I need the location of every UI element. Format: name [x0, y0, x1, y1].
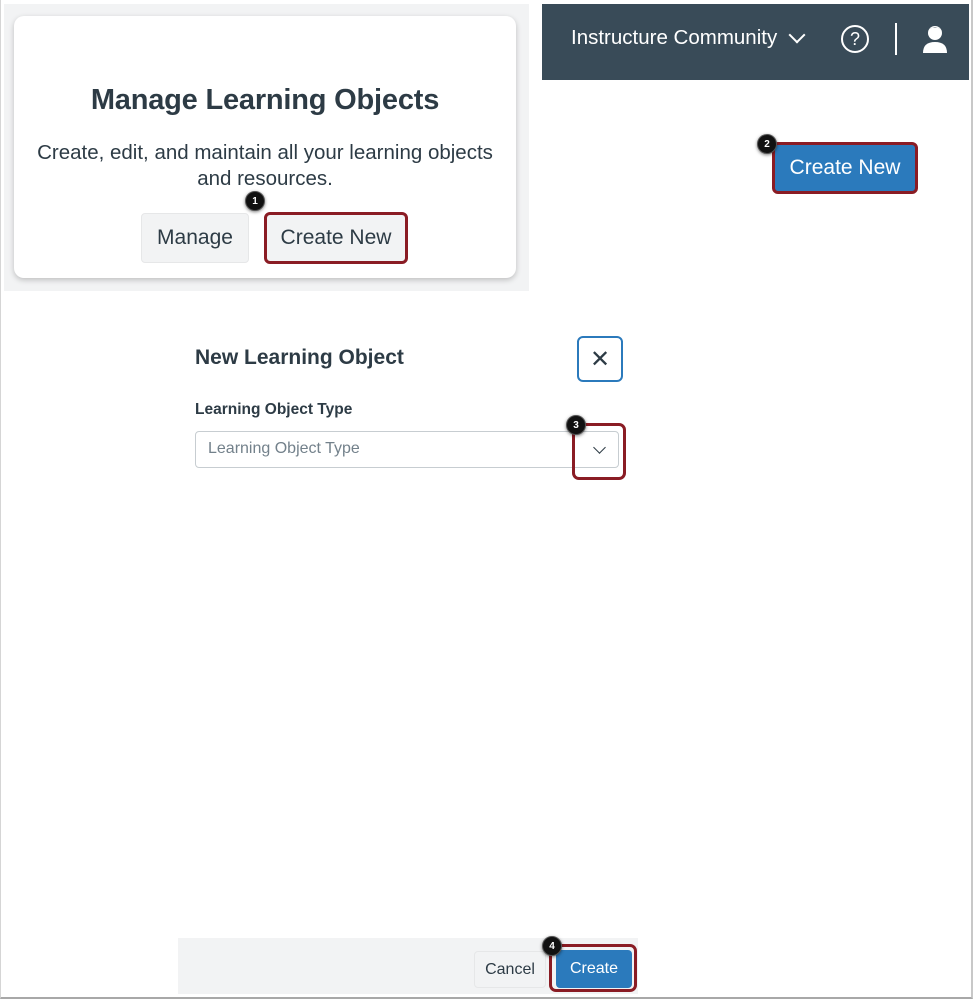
step-badge-1: 1 — [245, 191, 265, 211]
manage-button[interactable]: Manage — [141, 213, 249, 263]
global-header: Instructure Community ? — [542, 4, 969, 80]
help-icon[interactable]: ? — [841, 25, 869, 53]
chevron-down-icon — [788, 26, 806, 44]
header-divider — [895, 23, 897, 55]
learning-object-type-select[interactable]: Learning Object Type — [195, 431, 619, 468]
cancel-button[interactable]: Cancel — [474, 951, 546, 988]
step-badge-4: 4 — [542, 936, 562, 956]
step-badge-3: 3 — [566, 415, 586, 435]
create-new-button-card[interactable]: Create New — [264, 212, 408, 264]
modal-title: New Learning Object — [195, 346, 404, 369]
community-menu[interactable]: Instructure Community — [571, 26, 806, 50]
create-button[interactable]: Create — [556, 950, 632, 988]
close-icon: ✕ — [589, 345, 611, 373]
learning-object-type-label: Learning Object Type — [195, 401, 353, 418]
step-badge-2: 2 — [757, 134, 777, 154]
user-icon[interactable] — [922, 24, 948, 54]
close-button[interactable]: ✕ — [577, 336, 623, 382]
manage-learning-objects-card: Manage Learning Objects Create, edit, an… — [14, 16, 516, 278]
select-placeholder: Learning Object Type — [208, 440, 360, 457]
card-description: Create, edit, and maintain all your lear… — [37, 141, 493, 190]
create-new-button[interactable]: Create New — [772, 142, 918, 194]
manage-learning-objects-panel: Manage Learning Objects Create, edit, an… — [4, 4, 529, 291]
chevron-down-icon[interactable] — [593, 441, 606, 454]
community-title: Instructure Community — [571, 26, 778, 49]
card-title: Manage Learning Objects — [90, 84, 440, 116]
